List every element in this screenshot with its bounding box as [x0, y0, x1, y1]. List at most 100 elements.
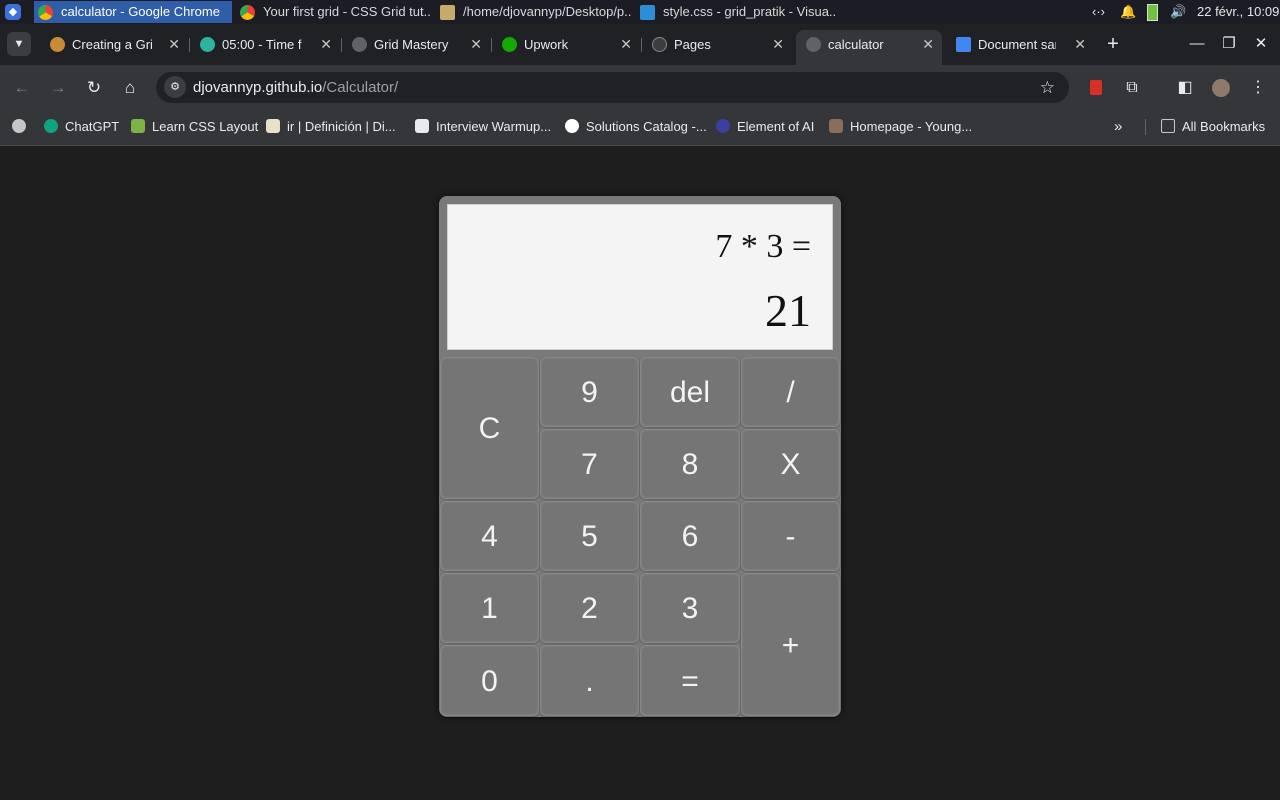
bookmark-learn-css-layout[interactable]: Learn CSS Layout	[131, 117, 258, 137]
check-icon	[200, 37, 215, 52]
digit-0-button[interactable]: 0	[440, 645, 539, 716]
back-button[interactable]: ←	[10, 76, 34, 100]
chevron-down-icon: ▼	[13, 38, 25, 50]
vscode-icon	[640, 5, 655, 21]
equals-button[interactable]: =	[640, 645, 740, 716]
apps-icon[interactable]	[12, 117, 26, 137]
bookmark-rae[interactable]: ir | Definición | Di...	[266, 117, 396, 137]
digit-2-button[interactable]: 2	[540, 573, 639, 643]
bookmark-element-of-ai[interactable]: Element of AI	[716, 117, 814, 137]
tab-creating-a-grid[interactable]: Creating a Gri ✕	[40, 30, 190, 59]
clock[interactable]: 22 févr., 10:09	[1197, 0, 1279, 24]
bookmarks-bar: ChatGPT Learn CSS Layout ir | Definición…	[0, 110, 1280, 146]
divide-button[interactable]: /	[741, 357, 840, 427]
digit-4-button[interactable]: 4	[440, 501, 539, 571]
close-icon[interactable]: ✕	[922, 30, 934, 59]
task-vscode[interactable]: style.css - grid_pratik - Visua...	[636, 1, 836, 23]
pdf-extension-icon[interactable]	[1084, 76, 1108, 100]
add-button[interactable]: +	[741, 573, 840, 716]
browser-toolbar: ← → ↻ ⌂ ⚙ djovannyp.github.io/Calculator…	[0, 65, 1280, 110]
bookmark-chatgpt[interactable]: ChatGPT	[44, 117, 119, 137]
tab-label: calculator	[828, 37, 884, 52]
tab-pages[interactable]: Pages ✕	[642, 30, 792, 59]
tab-upwork[interactable]: Upwork ✕	[492, 30, 642, 59]
close-icon: ✕	[1254, 35, 1268, 52]
task-chrome-grid[interactable]: Your first grid - CSS Grid tut...	[236, 1, 432, 23]
delete-button[interactable]: del	[640, 357, 740, 427]
digit-5-button[interactable]: 5	[540, 501, 639, 571]
bookmark-label: Homepage - Young...	[850, 119, 973, 134]
home-icon: ⌂	[124, 78, 136, 97]
bookmark-label: Element of AI	[737, 119, 815, 134]
close-icon[interactable]: ✕	[320, 30, 332, 59]
folder-icon	[440, 5, 455, 21]
bookmark-solutions-catalog[interactable]: Solutions Catalog -...	[565, 117, 707, 137]
close-icon[interactable]: ✕	[620, 30, 632, 59]
restore-button[interactable]: ❐	[1218, 33, 1240, 55]
digit-9-button[interactable]: 9	[540, 357, 639, 427]
profile-avatar[interactable]	[1209, 76, 1233, 100]
close-icon[interactable]: ✕	[470, 30, 482, 59]
tab-calculator[interactable]: calculator ✕	[796, 30, 942, 65]
forward-button[interactable]: →	[46, 76, 70, 100]
globe-icon	[806, 37, 821, 52]
github-icon	[652, 37, 667, 52]
digit-3-button[interactable]: 3	[640, 573, 740, 643]
bookmark-homepage-young[interactable]: Homepage - Young...	[829, 117, 972, 137]
task-file-manager[interactable]: /home/djovannyp/Desktop/p...	[436, 1, 632, 23]
network-icon[interactable]: ‹·›	[1092, 0, 1105, 24]
tab-label: Document sar	[978, 37, 1056, 52]
side-panel-icon[interactable]: ◧	[1173, 76, 1197, 100]
bookmark-star-icon[interactable]: ☆	[1040, 72, 1055, 103]
digit-6-button[interactable]: 6	[640, 501, 740, 571]
bookmark-label: Solutions Catalog -...	[586, 119, 707, 134]
address-bar[interactable]: ⚙ djovannyp.github.io/Calculator/ ☆	[156, 72, 1069, 103]
bookmark-interview-warmup[interactable]: Interview Warmup...	[415, 117, 551, 137]
site-info-icon[interactable]: ⚙	[164, 76, 186, 98]
tab-timer[interactable]: 05:00 - Time fo ✕	[190, 30, 342, 59]
app-launcher-icon[interactable]: ◆	[5, 4, 21, 20]
menu-kebab-icon[interactable]: ⋮	[1246, 76, 1270, 100]
subtract-button[interactable]: -	[741, 501, 840, 571]
digit-1-button[interactable]: 1	[440, 573, 539, 643]
calculator-display: 7 * 3 = 21	[447, 204, 833, 350]
decimal-button[interactable]: .	[540, 645, 639, 716]
reload-icon: ↻	[86, 78, 102, 97]
task-chrome-calculator[interactable]: calculator - Google Chrome	[34, 1, 232, 23]
notifications-icon[interactable]: 🔔	[1120, 0, 1136, 24]
close-window-button[interactable]: ✕	[1250, 33, 1272, 55]
clear-button[interactable]: C	[440, 357, 539, 499]
digit-7-button[interactable]: 7	[540, 429, 639, 499]
digit-8-button[interactable]: 8	[640, 429, 740, 499]
google-icon	[565, 119, 579, 133]
tab-search-button[interactable]: ▼	[7, 32, 31, 56]
chatgpt-icon	[44, 119, 58, 133]
bookmark-label: All Bookmarks	[1182, 119, 1266, 134]
close-icon[interactable]: ✕	[772, 30, 784, 59]
minimize-icon: —	[1189, 35, 1205, 52]
volume-icon[interactable]: 🔊	[1170, 0, 1186, 24]
tab-strip: ▼ Creating a Gri ✕ 05:00 - Time fo ✕ Gri…	[0, 24, 1280, 65]
tab-grid-mastery[interactable]: Grid Mastery ✕	[342, 30, 492, 59]
restore-icon: ❐	[1222, 35, 1236, 52]
close-icon[interactable]: ✕	[1074, 30, 1086, 59]
all-bookmarks-folder[interactable]: All Bookmarks	[1161, 117, 1265, 137]
minimize-button[interactable]: —	[1186, 33, 1208, 55]
close-icon[interactable]: ✕	[168, 30, 180, 59]
new-tab-button[interactable]: +	[1102, 33, 1124, 55]
css-layout-icon	[131, 119, 145, 133]
bookmark-label: Learn CSS Layout	[152, 119, 259, 134]
more-bookmarks-icon[interactable]: »	[1114, 117, 1122, 137]
tab-document[interactable]: Document sar ✕	[946, 30, 1094, 59]
tab-label: Creating a Gri	[72, 37, 152, 52]
reload-button[interactable]: ↻	[82, 76, 106, 100]
home-button[interactable]: ⌂	[118, 76, 142, 100]
arrow-right-icon: →	[49, 78, 67, 97]
extensions-icon[interactable]: ⧉	[1120, 76, 1144, 100]
url-text[interactable]: djovannyp.github.io/Calculator/	[193, 72, 398, 103]
docs-icon	[956, 37, 971, 52]
url-path: /Calculator/	[322, 79, 399, 96]
multiply-button[interactable]: X	[741, 429, 840, 499]
task-label: style.css - grid_pratik - Visua...	[663, 4, 836, 19]
battery-icon[interactable]	[1147, 0, 1158, 24]
